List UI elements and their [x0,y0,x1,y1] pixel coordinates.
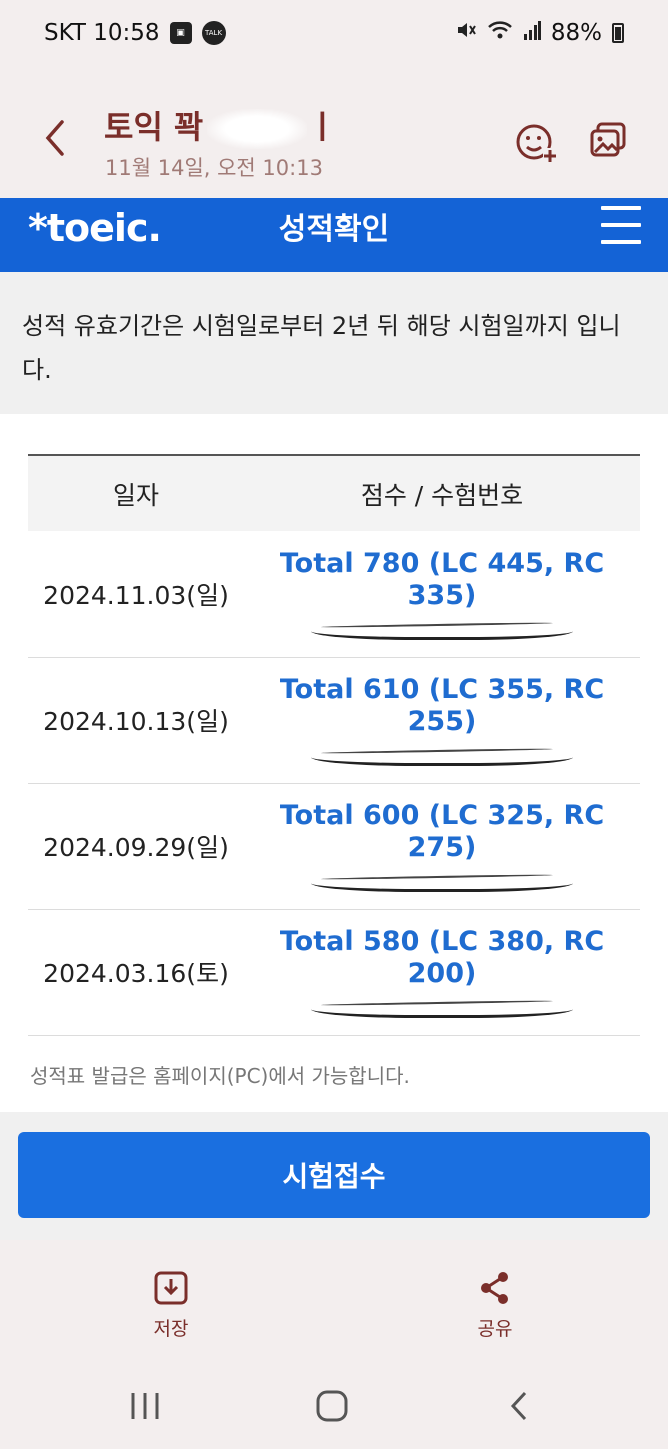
header-date: 일자 [28,454,244,531]
apply-area: 시험접수 [0,1111,668,1240]
row-score: Total 780 (LC 445, RC 335) [279,547,605,611]
redacted-registration-number [311,870,573,892]
shared-screenshot: *toeic. 성적확인 성적 유효기간은 시험일로부터 2년 뒤 해당 시험일… [0,198,668,1240]
status-right: 88% [455,19,624,47]
menu-line [601,223,641,227]
save-button[interactable]: 저장 [121,1270,221,1341]
row-score-cell: Total 580 (LC 380, RC 200) [244,909,640,1036]
row-score-cell: Total 780 (LC 445, RC 335) [244,531,640,658]
image-gallery-icon [590,122,626,157]
chat-header: 토익 꽉 ㅣ 11월 14일, 오전 10:13 [0,66,668,198]
exam-apply-button[interactable]: 시험접수 [18,1131,650,1218]
gallery-button[interactable] [590,122,626,158]
toeic-header-bar: *toeic. 성적확인 [0,198,668,272]
back-arrow-icon [510,1391,527,1421]
share-button[interactable]: 공유 [445,1270,545,1341]
image-action-bar: 저장 공유 [0,1250,668,1366]
home-button[interactable] [316,1390,348,1426]
status-bar: SKT 10:58 ▣ TALK 88% [0,0,668,66]
report-issuance-note: 성적표 발급은 홈페이지(PC)에서 가능합니다. [30,1063,410,1088]
table-row: 2024.03.16(토) Total 580 (LC 380, RC 200) [28,909,640,1036]
score-table: 일자 점수 / 수험번호 2024.11.03(일) Total 780 (LC… [28,454,640,1036]
share-icon [481,1272,508,1304]
chat-title: 토익 꽉 ㅣ [104,102,337,149]
row-score-cell: Total 600 (LC 325, RC 275) [244,783,640,910]
menu-line [601,206,641,210]
table-row: 2024.09.29(일) Total 600 (LC 325, RC 275) [28,783,640,910]
row-score: Total 610 (LC 355, RC 255) [279,674,605,737]
table-header-row: 일자 점수 / 수험번호 [28,454,640,531]
share-label: 공유 [477,1318,513,1340]
row-score: Total 600 (LC 325, RC 275) [279,800,605,863]
emoji-add-icon [516,124,557,162]
redaction-mark [207,109,308,149]
validity-notice: 성적 유효기간은 시험일로부터 2년 뒤 해당 시험일까지 입니다. [0,272,668,414]
save-label: 저장 [153,1318,189,1340]
carrier-time: SKT 10:58 [44,20,160,46]
back-button[interactable] [40,118,74,160]
row-score-cell: Total 610 (LC 355, RC 255) [244,657,640,784]
battery-icon [612,23,624,43]
back-nav-button[interactable] [508,1390,530,1426]
recent-apps-button[interactable] [130,1390,160,1426]
mute-icon [455,19,477,47]
chevron-left-icon [45,120,64,156]
row-date: 2024.10.13(일) [28,657,244,784]
row-date: 2024.11.03(일) [28,531,244,658]
menu-line [601,240,641,244]
message-date: 11월 14일, 오전 10:13 [105,156,323,180]
redacted-registration-number [311,618,573,640]
row-date: 2024.09.29(일) [28,783,244,910]
header-score: 점수 / 수험번호 [244,454,640,531]
table-row: 2024.11.03(일) Total 780 (LC 445, RC 335) [28,531,640,658]
score-table-wrap: 일자 점수 / 수험번호 2024.11.03(일) Total 780 (LC… [0,414,668,1036]
row-score: Total 580 (LC 380, RC 200) [279,926,605,989]
page-heading: 성적확인 [278,212,390,247]
row-date: 2024.03.16(토) [28,909,244,1036]
wifi-icon [487,19,513,47]
hamburger-menu-icon[interactable] [601,206,641,244]
kakaotalk-icon: TALK [201,21,226,45]
redacted-registration-number [311,744,573,766]
system-nav-bar [0,1366,668,1449]
gallery-icon: ▣ [169,22,192,44]
signal-icon [523,20,541,46]
download-icon [154,1271,188,1305]
status-left: SKT 10:58 ▣ TALK [44,20,226,46]
chat-title-suffix: ㅣ [307,108,337,146]
table-row: 2024.10.13(일) Total 610 (LC 355, RC 255) [28,657,640,784]
battery-percent: 88% [550,20,602,46]
redacted-registration-number [311,996,573,1018]
chat-title-text: 토익 꽉 [104,108,204,146]
emoji-add-button[interactable] [515,122,557,162]
home-icon [316,1390,348,1422]
recent-apps-icon [131,1393,159,1419]
